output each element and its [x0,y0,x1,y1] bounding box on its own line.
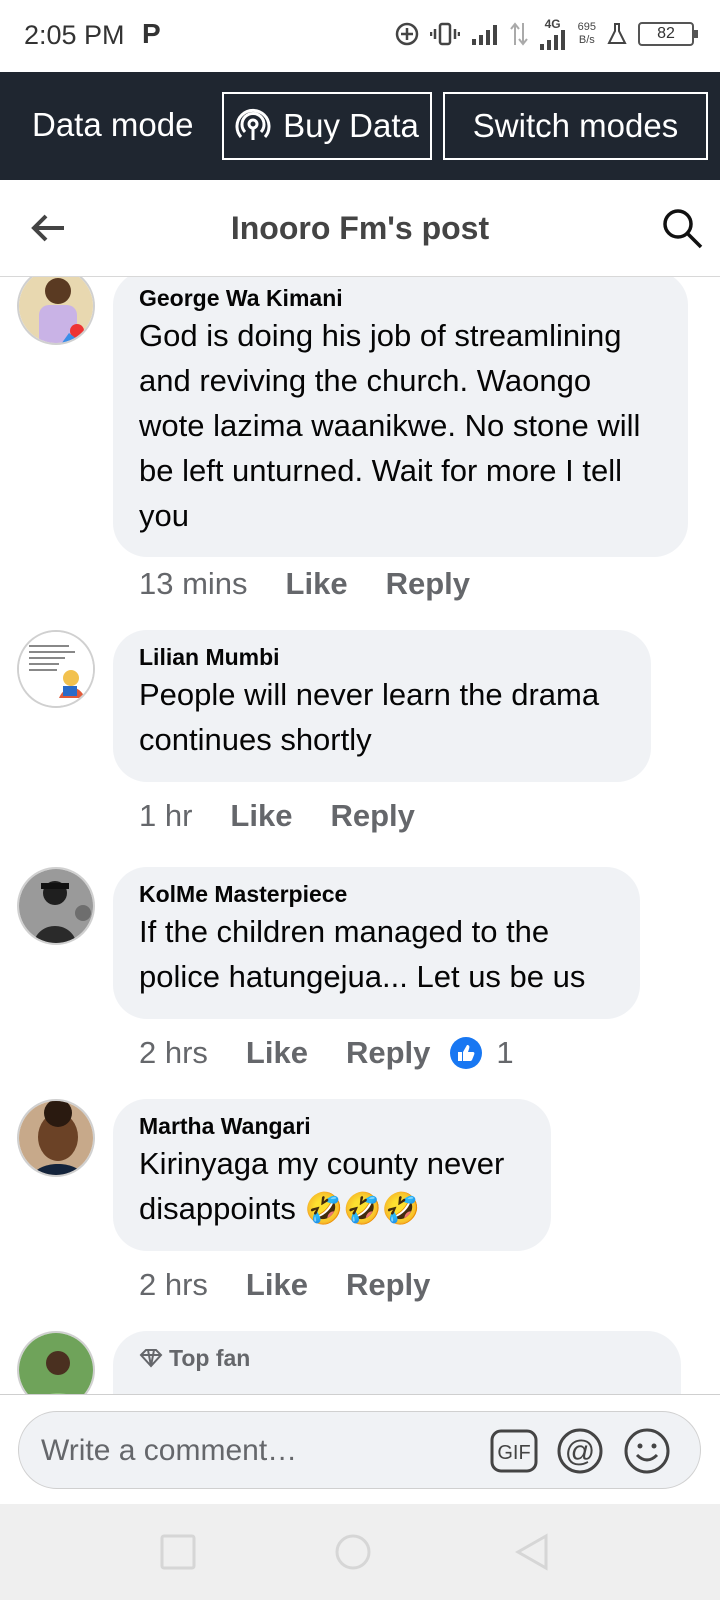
comment-bubble[interactable]: Martha Wangari Kirinyaga my county never… [113,1099,551,1251]
signal-2-icon [539,30,565,50]
home-icon[interactable] [333,1532,373,1572]
comment-list: George Wa Kimani God is doing his job of… [0,277,720,1394]
battery-indicator: 82 [638,22,698,46]
status-bar: 2:05 PM P 4G 695 B/s 82 [0,0,720,72]
comment-actions: 2 hrs Like Reply [139,1267,468,1303]
reply-button[interactable]: Reply [386,566,470,602]
switch-modes-label: Switch modes [472,107,679,144]
top-fan-label: Top fan [169,1345,251,1371]
net-speed-value: 695 [577,21,596,33]
avatar-image [19,1101,93,1175]
emoji-icon[interactable] [622,1426,672,1476]
vibrate-icon [429,22,460,46]
search-icon[interactable] [660,206,704,250]
network-type: 4G [544,17,561,31]
reply-button[interactable]: Reply [330,798,414,834]
comment-time[interactable]: 2 hrs [139,1035,208,1071]
back-icon[interactable] [512,1532,552,1572]
avatar-image [19,869,93,943]
comment-input[interactable]: Write a comment… GIF @ [18,1411,701,1489]
comment-actions: 2 hrs Like Reply 1 [139,1035,514,1071]
parking-app-icon: P [142,18,161,49]
comment-bubble[interactable]: George Wa Kimani God is doing his job of… [113,277,688,557]
avatar[interactable] [17,867,95,945]
comment-time[interactable]: 13 mins [139,566,248,602]
mention-label: @ [565,1435,595,1468]
buy-data-button[interactable]: Buy Data [222,92,432,160]
data-transfer-icon [509,22,528,46]
gif-icon[interactable]: GIF [489,1426,539,1476]
like-button[interactable]: Like [246,1267,308,1303]
signal-2-group: 4G [538,18,568,50]
avatar-image [19,632,93,706]
reply-button[interactable]: Reply [346,1267,430,1303]
thumbs-up-icon [450,1037,483,1069]
reaction-summary[interactable]: 1 [450,1035,514,1071]
comment-author[interactable]: Lilian Mumbi [139,642,625,672]
signal-1-icon [471,25,497,45]
comment-author[interactable]: Martha Wangari [139,1111,525,1141]
reply-button[interactable]: Reply [346,1035,430,1071]
recent-apps-icon[interactable] [158,1532,198,1572]
mention-icon[interactable]: @ [555,1426,605,1476]
avatar[interactable] [17,1331,95,1394]
comment-time[interactable]: 1 hr [139,798,192,834]
data-mode-bar: Data mode Buy Data Switch modes [0,72,720,180]
comment-bubble[interactable]: Lilian Mumbi People will never learn the… [113,630,651,782]
comment-author[interactable]: George Wa Kimani [139,283,662,313]
comment-composer: Write a comment… GIF @ [0,1394,720,1504]
top-fan-badge: Top fan [139,1343,655,1373]
avatar-image [19,1333,93,1394]
status-icons: 4G 695 B/s 82 [394,18,698,50]
reaction-count: 1 [496,1035,514,1070]
page-title: Inooro Fm's post [230,210,490,246]
comment-author[interactable]: KolMe Masterpiece [139,879,614,909]
avatar[interactable] [17,277,95,345]
like-button[interactable]: Like [286,566,348,602]
data-mode-label: Data mode [32,106,194,143]
switch-modes-button[interactable]: Switch modes [443,92,708,160]
comment-input-placeholder: Write a comment… [41,1434,298,1467]
system-nav-bar [0,1504,720,1600]
add-circle-icon [395,22,418,46]
net-speed: 695 B/s [578,21,596,47]
net-speed-unit: B/s [578,34,595,46]
comment-text: God is doing his job of streamlining and… [139,318,641,533]
comment-text: Kirinyaga my county never disappoints 🤣🤣… [139,1146,505,1226]
comment-text: If the children managed to the police ha… [139,914,586,994]
comment-actions: 13 mins Like Reply [139,566,508,602]
like-button[interactable]: Like [230,798,292,834]
comment-bubble[interactable]: Top fan [113,1331,681,1394]
diamond-icon [139,1349,163,1368]
avatar[interactable] [17,630,95,708]
avatar-image [19,277,93,343]
buy-data-label: Buy Data [283,107,419,144]
flask-icon [607,23,627,44]
comment-actions: 1 hr Like Reply [139,798,453,834]
comment-text: People will never learn the drama contin… [139,677,600,757]
status-time: 2:05 PM [24,20,125,50]
post-header: Inooro Fm's post [0,180,720,277]
avatar[interactable] [17,1099,95,1177]
gif-label: GIF [497,1442,530,1464]
like-button[interactable]: Like [246,1035,308,1071]
comment-bubble[interactable]: KolMe Masterpiece If the children manage… [113,867,640,1019]
broadcast-icon [235,108,271,140]
comment-time[interactable]: 2 hrs [139,1267,208,1303]
